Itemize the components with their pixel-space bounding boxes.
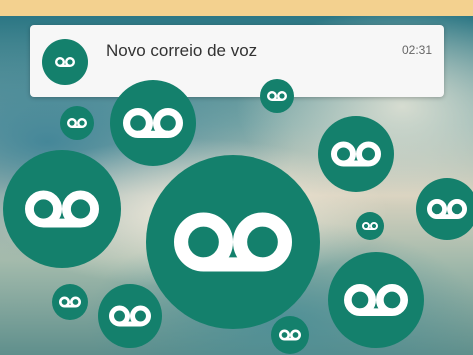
voicemail-bubble (60, 106, 94, 140)
voicemail-icon (123, 108, 183, 138)
voicemail-bubble (98, 284, 162, 348)
voicemail-bubble (110, 80, 196, 166)
voicemail-bubble (52, 284, 88, 320)
voicemail-icon (25, 190, 99, 228)
voicemail-bubble (260, 79, 294, 113)
status-bar (0, 0, 473, 16)
voicemail-icon (344, 284, 408, 316)
voicemail-bubble (271, 316, 309, 354)
voicemail-notification[interactable]: Novo correio de voz 02:31 (30, 25, 444, 97)
voicemail-icon (427, 199, 467, 219)
lock-screen: Novo correio de voz 02:31 (0, 0, 473, 355)
voicemail-bubble (318, 116, 394, 192)
voicemail-icon (267, 91, 287, 101)
voicemail-icon (174, 212, 292, 272)
voicemail-icon (331, 141, 381, 167)
voicemail-bubble (356, 212, 384, 240)
voicemail-icon (55, 57, 75, 67)
voicemail-icon (67, 118, 87, 128)
voicemail-bubble (3, 150, 121, 268)
notification-time: 02:31 (401, 43, 432, 57)
voicemail-icon (109, 305, 151, 327)
voicemail-bubble (328, 252, 424, 348)
voicemail-icon (59, 296, 81, 308)
voicemail-icon (279, 329, 301, 341)
voicemail-bubble (146, 155, 320, 329)
voicemail-bubble (416, 178, 473, 240)
notification-avatar (42, 39, 88, 85)
notification-title: Novo correio de voz (106, 41, 258, 60)
voicemail-icon (362, 222, 378, 230)
